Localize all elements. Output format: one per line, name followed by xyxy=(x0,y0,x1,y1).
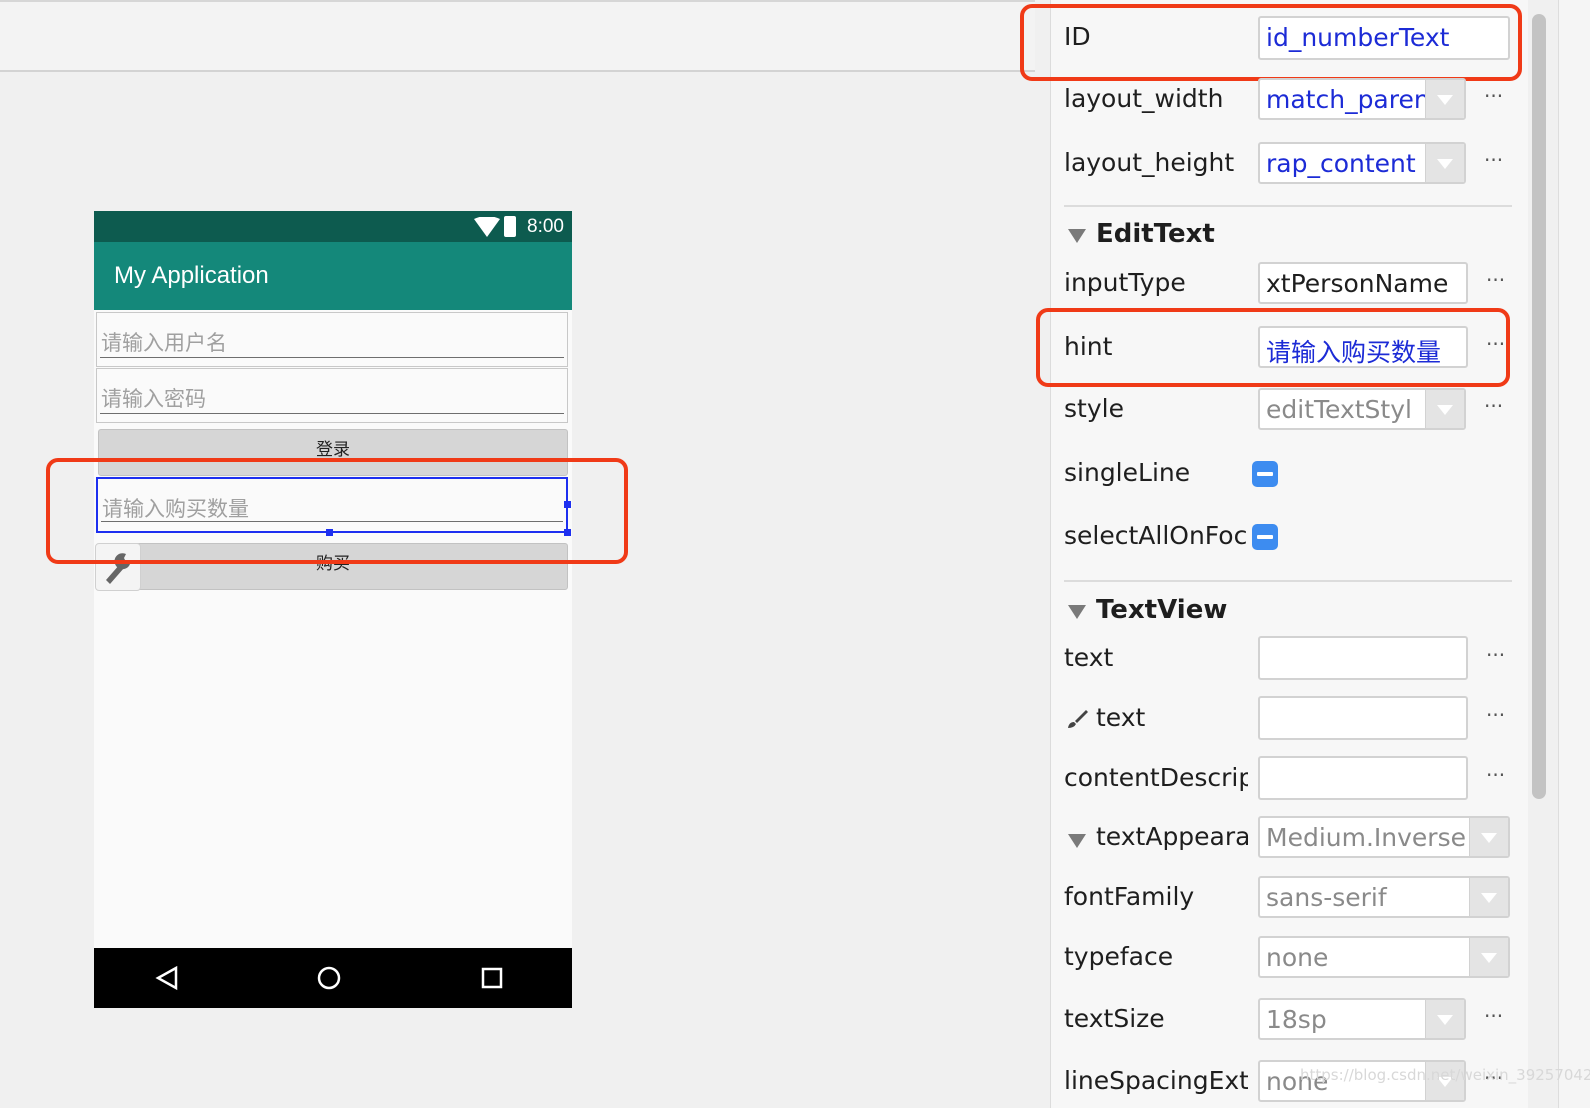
select-all-on-focus-label: selectAllOnFoc xyxy=(1064,521,1248,550)
line-spacing-extra-label: lineSpacingExt xyxy=(1064,1066,1248,1095)
back-icon[interactable] xyxy=(154,965,180,991)
style-label: style xyxy=(1064,394,1124,423)
text-more-button[interactable]: ··· xyxy=(1486,643,1505,667)
username-hint: 请输入用户名 xyxy=(101,331,227,355)
text-label: text xyxy=(1064,643,1114,672)
password-hint: 请输入密码 xyxy=(101,387,206,411)
navigation-bar xyxy=(94,948,572,1008)
content-description-label: contentDescrip xyxy=(1064,763,1248,792)
design-text-field[interactable] xyxy=(1258,696,1468,740)
typeface-dropdown[interactable]: none xyxy=(1258,936,1510,978)
highlight-id xyxy=(1020,4,1522,81)
collapse-triangle-icon[interactable] xyxy=(1068,229,1086,243)
style-dropdown[interactable]: editTextStyl xyxy=(1258,388,1466,430)
text-size-more-button[interactable]: ··· xyxy=(1484,1004,1503,1028)
chevron-down-icon xyxy=(1425,390,1464,428)
collapse-triangle-icon[interactable] xyxy=(1068,605,1086,619)
text-appearance-label: textAppeara xyxy=(1096,822,1248,851)
layout-height-more-button[interactable]: ··· xyxy=(1484,148,1503,172)
status-time: 8:00 xyxy=(527,216,564,237)
brush-icon xyxy=(1068,710,1088,728)
chevron-down-icon xyxy=(1425,144,1464,182)
divider xyxy=(1064,205,1512,207)
text-appearance-dropdown[interactable]: Medium.Inverse xyxy=(1258,816,1510,858)
content-description-more-button[interactable]: ··· xyxy=(1486,763,1505,787)
text-size-label: textSize xyxy=(1064,1004,1165,1033)
single-line-label: singleLine xyxy=(1064,458,1191,487)
status-bar: 8:00 xyxy=(94,211,572,242)
single-line-checkbox[interactable] xyxy=(1252,461,1278,487)
typeface-label: typeface xyxy=(1064,942,1174,971)
password-field[interactable]: 请输入密码 xyxy=(96,368,568,423)
layout-height-dropdown[interactable]: rap_content xyxy=(1258,142,1466,184)
text-field[interactable] xyxy=(1258,636,1468,680)
app-title: My Application xyxy=(114,262,269,289)
chevron-down-icon xyxy=(1425,1000,1464,1038)
text-size-dropdown[interactable]: 18sp xyxy=(1258,998,1466,1040)
style-more-button[interactable]: ··· xyxy=(1484,394,1503,418)
input-type-more-button[interactable]: ··· xyxy=(1486,268,1505,292)
phone-preview[interactable]: 8:00 My Application 请输入用户名 请输入密码 登录 请输入购… xyxy=(94,211,572,1008)
canvas-toolbar xyxy=(0,0,1035,72)
chevron-down-icon xyxy=(1425,80,1464,118)
expand-triangle-icon[interactable] xyxy=(1068,834,1086,848)
input-type-field[interactable]: xtPersonName xyxy=(1258,262,1468,304)
side-tool-strip xyxy=(1558,0,1590,1108)
layout-width-more-button[interactable]: ··· xyxy=(1484,84,1503,108)
font-family-label: fontFamily xyxy=(1064,882,1195,911)
content-description-field[interactable] xyxy=(1258,756,1468,800)
layout-width-dropdown[interactable]: match_paren xyxy=(1258,78,1466,120)
scrollbar-thumb[interactable] xyxy=(1532,14,1546,799)
recents-icon[interactable] xyxy=(479,965,505,991)
layout-width-label: layout_width xyxy=(1064,84,1224,113)
divider xyxy=(1064,580,1512,582)
wifi-icon xyxy=(474,217,500,237)
select-all-on-focus-checkbox[interactable] xyxy=(1252,524,1278,550)
layout-height-label: layout_height xyxy=(1064,148,1235,177)
highlight-quantity-field xyxy=(46,458,628,564)
input-type-label: inputType xyxy=(1064,268,1186,297)
textview-section-title[interactable]: TextView xyxy=(1096,595,1227,625)
watermark: https://blog.csdn.net/weixin_39257042 xyxy=(1300,1066,1590,1084)
design-text-label: text xyxy=(1096,703,1146,732)
highlight-hint xyxy=(1036,308,1510,387)
design-text-more-button[interactable]: ··· xyxy=(1486,703,1505,727)
home-icon[interactable] xyxy=(316,965,342,991)
edittext-section-title[interactable]: EditText xyxy=(1096,219,1215,249)
chevron-down-icon xyxy=(1469,878,1508,916)
app-bar: My Application xyxy=(94,242,572,310)
chevron-down-icon xyxy=(1469,818,1508,856)
battery-icon xyxy=(504,216,516,237)
username-field[interactable]: 请输入用户名 xyxy=(96,312,568,367)
chevron-down-icon xyxy=(1469,938,1508,976)
font-family-dropdown[interactable]: sans-serif xyxy=(1258,876,1510,918)
